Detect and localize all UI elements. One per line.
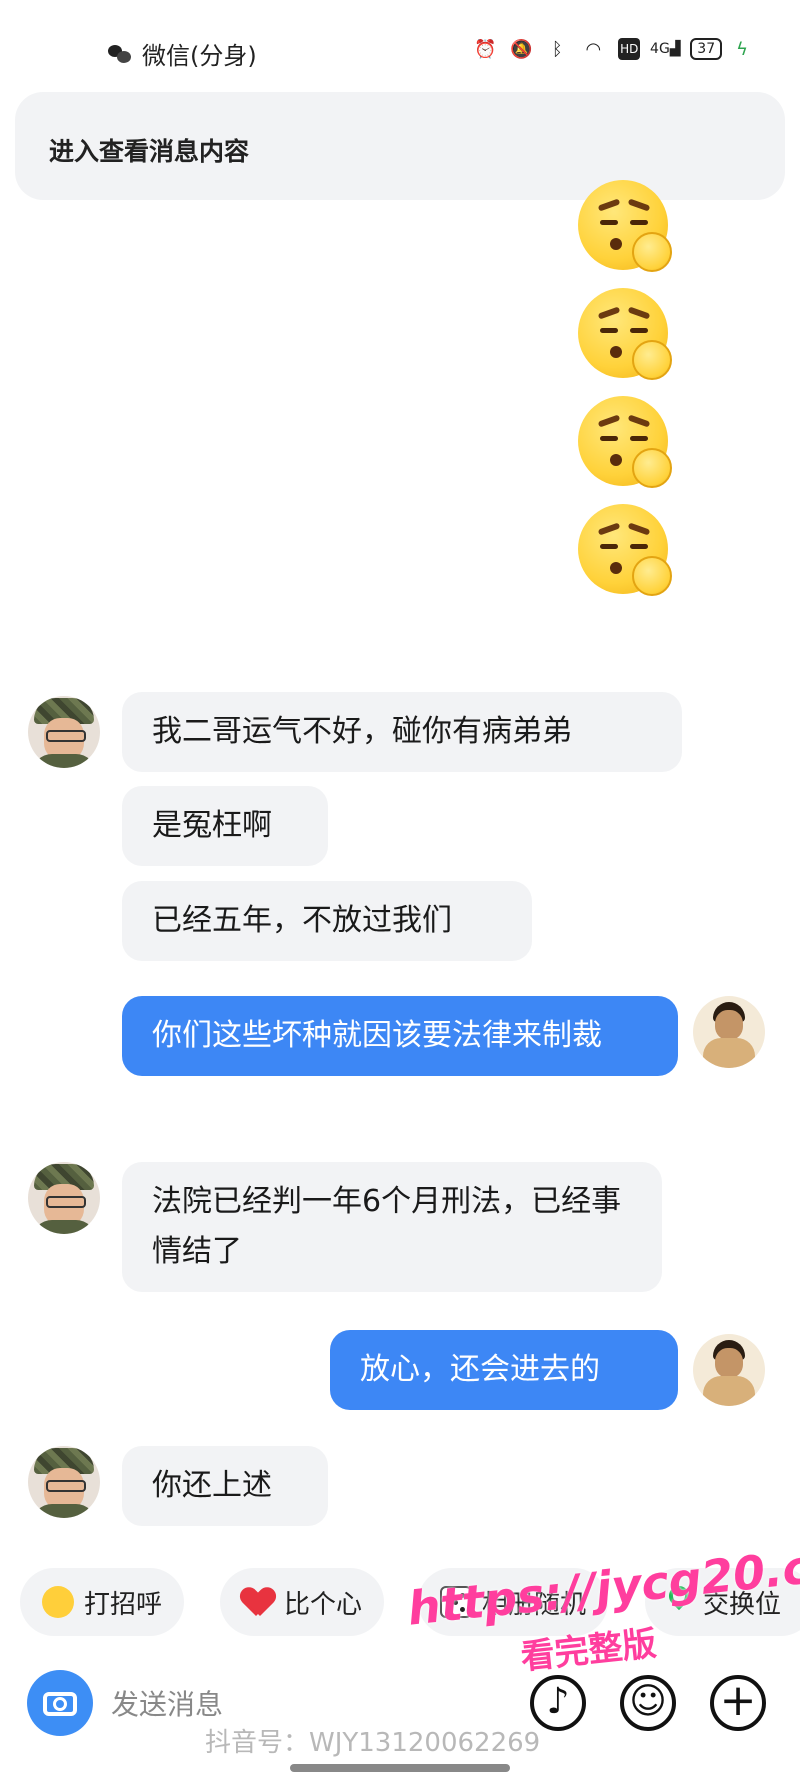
thinking-emoji-sticker[interactable] bbox=[574, 284, 678, 388]
my-avatar[interactable] bbox=[693, 1334, 765, 1406]
alarm-icon: ⏰ bbox=[474, 38, 497, 60]
watermark-douyin-id: 抖音号：WJY13120062269 bbox=[205, 1728, 541, 1758]
plus-icon[interactable]: + bbox=[710, 1675, 766, 1731]
camera-button[interactable] bbox=[27, 1670, 93, 1736]
vibrate-mute-icon: 🔕 bbox=[510, 38, 533, 60]
quick-reply-label: 比个心 bbox=[284, 1589, 363, 1620]
status-bar: 微信(分身) ⏰ 🔕 ᛒ ◠ HD 4G▟ 37 ϟ bbox=[0, 0, 800, 100]
hd-icon: HD bbox=[618, 38, 641, 60]
contact-avatar[interactable] bbox=[28, 696, 100, 768]
incoming-message-bubble[interactable]: 你还上述 bbox=[122, 1446, 328, 1526]
incoming-message-bubble[interactable]: 是冤枉啊 bbox=[122, 786, 328, 866]
wifi-icon: ◠ bbox=[585, 38, 602, 60]
wave-hand-icon bbox=[42, 1586, 74, 1618]
incoming-message-bubble[interactable]: 我二哥运气不好，碰你有病弟弟 bbox=[122, 692, 682, 772]
outgoing-message-bubble[interactable]: 放心，还会进去的 bbox=[330, 1330, 678, 1410]
battery-icon: 37 bbox=[690, 38, 723, 60]
contact-avatar[interactable] bbox=[28, 1162, 100, 1234]
emoji-icon[interactable]: ☺ bbox=[620, 1675, 676, 1731]
outgoing-message-bubble[interactable]: 你们这些坏种就因该要法律来制裁 bbox=[122, 996, 678, 1076]
signal-4g-icon: 4G▟ bbox=[650, 41, 681, 57]
heart-icon bbox=[242, 1586, 274, 1618]
wechat-icon bbox=[108, 43, 132, 65]
bluetooth-icon: ᛒ bbox=[551, 38, 563, 60]
incoming-message-bubble[interactable]: 已经五年，不放过我们 bbox=[122, 881, 532, 961]
status-icons: ⏰ 🔕 ᛒ ◠ HD 4G▟ 37 ϟ bbox=[474, 38, 748, 60]
status-app-label: 微信(分身) bbox=[142, 42, 257, 70]
home-indicator[interactable] bbox=[290, 1764, 510, 1772]
contact-avatar[interactable] bbox=[28, 1446, 100, 1518]
thinking-emoji-sticker[interactable] bbox=[574, 392, 678, 496]
quick-reply-heart[interactable]: 比个心 bbox=[220, 1568, 385, 1636]
thinking-emoji-sticker[interactable] bbox=[574, 500, 678, 604]
incoming-message-bubble[interactable]: 法院已经判一年6个月刑法，已经事情结了 bbox=[122, 1162, 662, 1292]
my-avatar[interactable] bbox=[693, 996, 765, 1068]
charging-icon: ϟ bbox=[736, 38, 748, 60]
notification-text: 进入查看消息内容 bbox=[49, 137, 250, 166]
quick-reply-label: 打招呼 bbox=[84, 1589, 163, 1620]
thinking-emoji-sticker[interactable] bbox=[574, 176, 678, 280]
quick-reply-greet[interactable]: 打招呼 bbox=[20, 1568, 185, 1636]
status-app-indicator: 微信(分身) bbox=[108, 36, 257, 71]
